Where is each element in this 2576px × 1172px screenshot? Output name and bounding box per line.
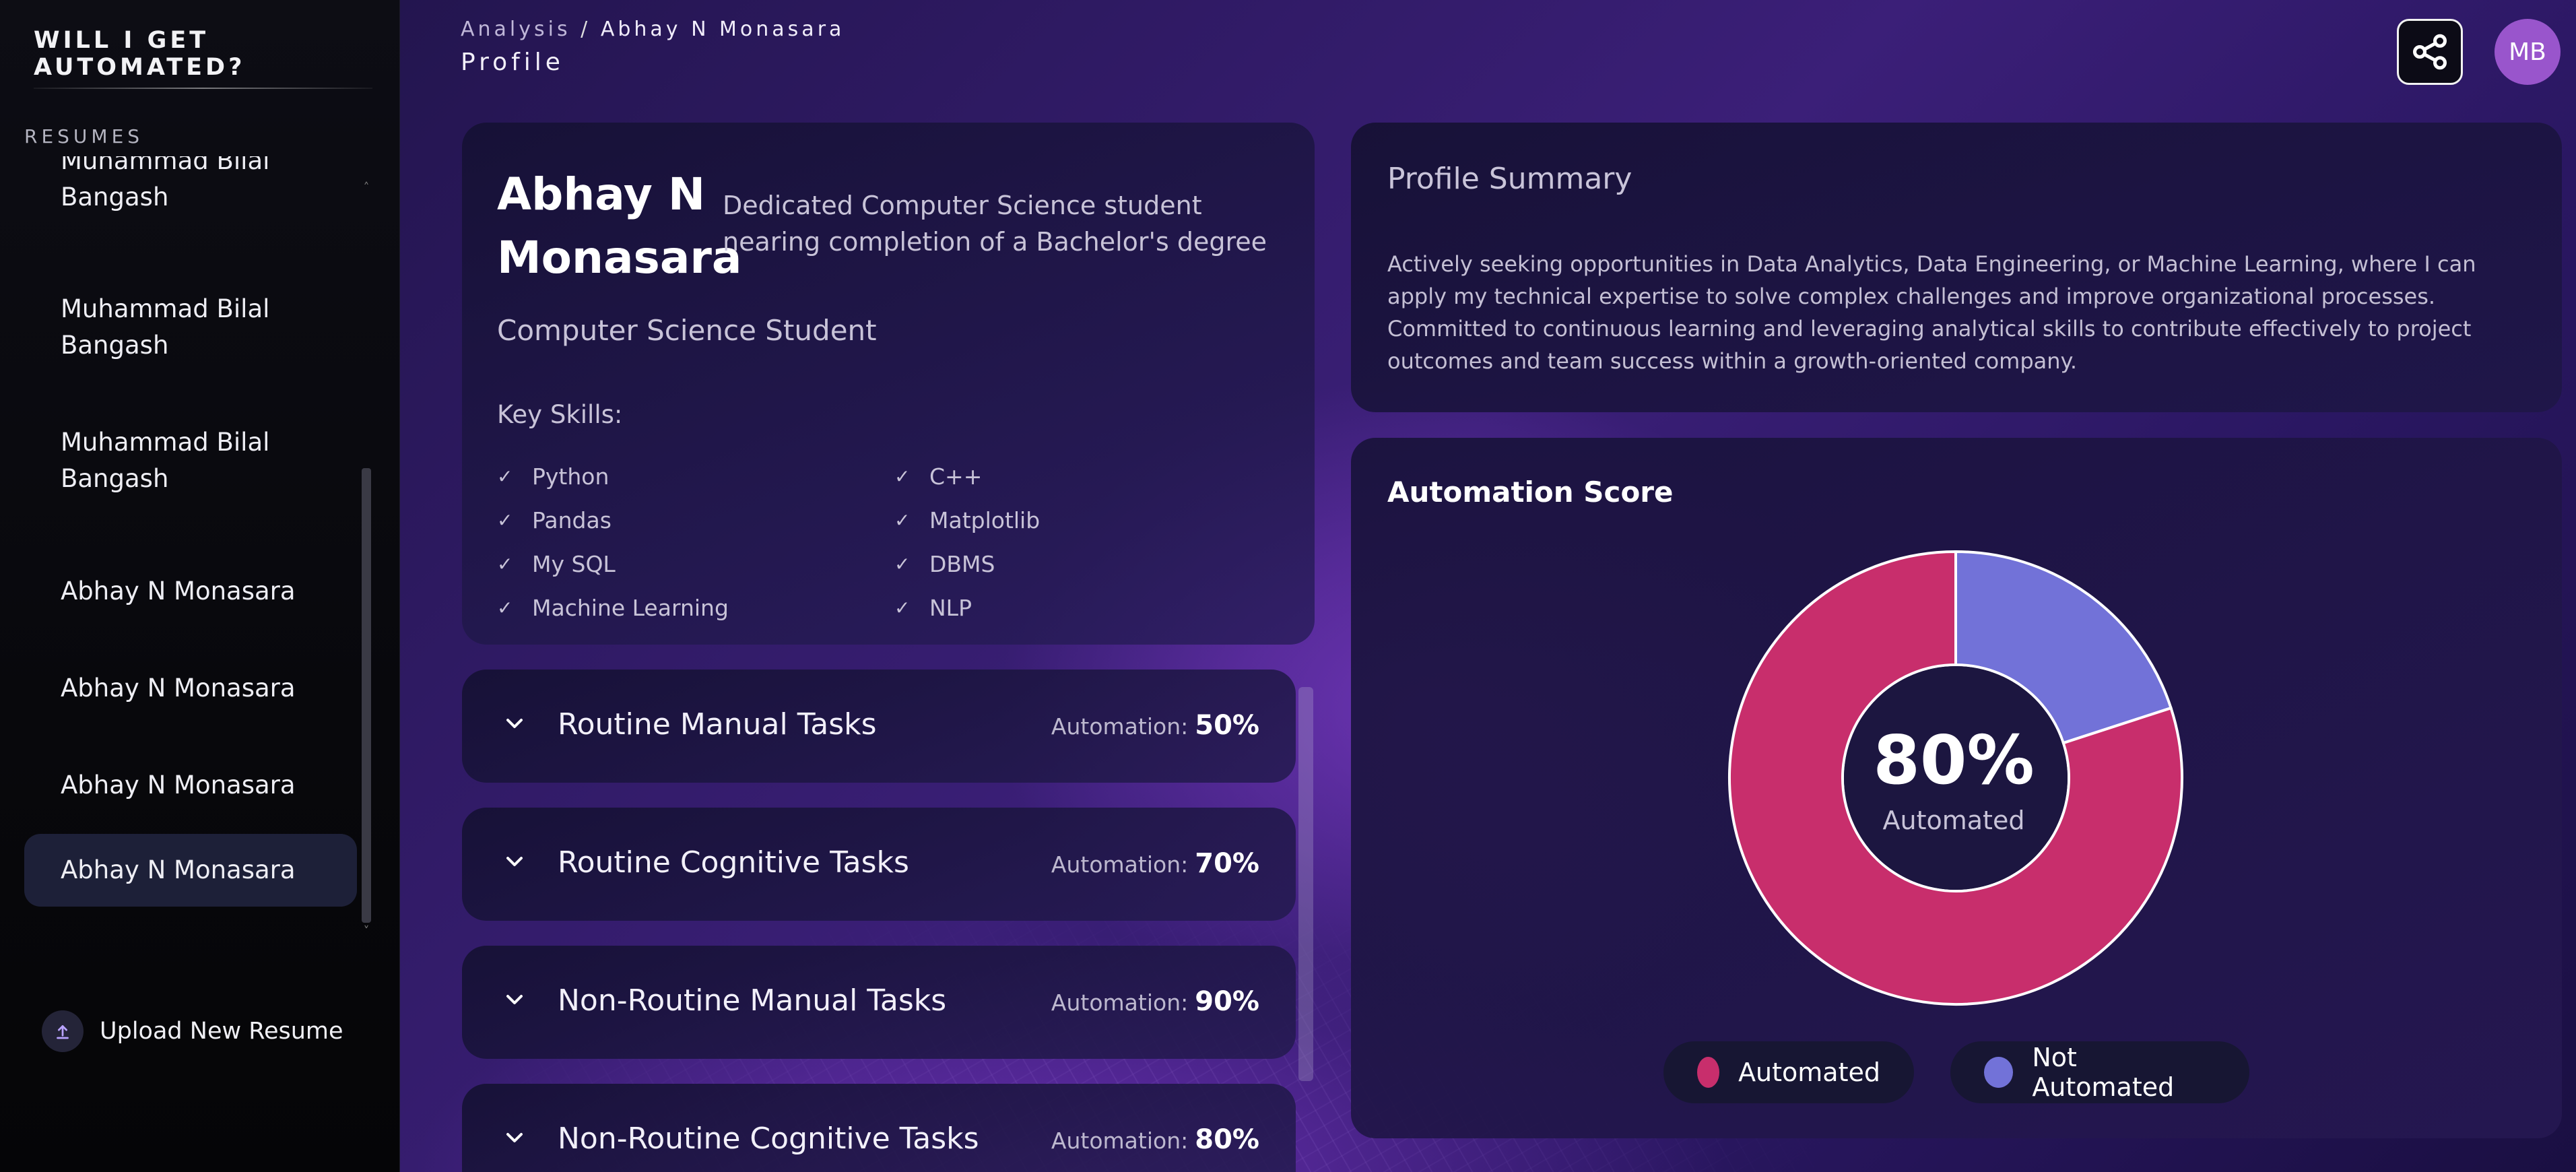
resume-item-label: Abhay N Monasara — [61, 577, 296, 606]
skill-item: ✓ DBMS — [894, 551, 995, 577]
skill-label: Machine Learning — [532, 595, 729, 621]
automation-score-value: 80% — [1873, 721, 2035, 800]
skill-label: My SQL — [532, 551, 616, 577]
skill-label: C++ — [929, 463, 983, 490]
key-skills-label: Key Skills: — [497, 400, 623, 429]
sidebar-divider — [34, 88, 372, 89]
legend-swatch — [1697, 1057, 1720, 1088]
resume-item[interactable]: Abhay N Monasara — [24, 556, 357, 626]
task-accordion-routine-cognitive[interactable]: Routine Cognitive Tasks Automation: 70% — [462, 808, 1296, 921]
skill-item: ✓ Matplotlib — [894, 507, 1040, 533]
skill-item: ✓ Pandas — [497, 507, 612, 533]
profile-card: Abhay N Monasara Dedicated Computer Scie… — [462, 123, 1315, 645]
resume-item[interactable]: Muhammad Bilal Bangash — [24, 156, 357, 229]
resume-item-label: Muhammad Bilal Bangash — [61, 428, 270, 493]
chevron-down-icon — [506, 995, 523, 1004]
legend-label: Automated — [1738, 1057, 1880, 1087]
task-name: Non-Routine Cognitive Tasks — [558, 1121, 979, 1156]
tasks-scrollbar[interactable] — [1298, 687, 1313, 1081]
legend-item-not-automated[interactable]: Not Automated — [1950, 1041, 2249, 1103]
automation-value: 70% — [1195, 848, 1259, 879]
task-name: Routine Manual Tasks — [558, 707, 877, 742]
sidebar: WILL I GET AUTOMATED? RESUMES Muhammad B… — [0, 0, 400, 1172]
skill-item: ✓ C++ — [894, 463, 982, 490]
sidebar-scrollbar[interactable] — [362, 468, 371, 923]
share-button[interactable] — [2397, 19, 2463, 85]
resume-item-label: Abhay N Monasara — [61, 855, 296, 884]
profile-summary-title: Profile Summary — [1387, 162, 1632, 196]
page-title: Profile — [461, 48, 564, 76]
profile-tagline: Dedicated Computer Science student neari… — [723, 191, 1267, 257]
upload-resume-button[interactable]: Upload New Resume — [42, 1008, 343, 1055]
task-accordion-non-routine-cognitive[interactable]: Non-Routine Cognitive Tasks Automation: 8… — [462, 1084, 1296, 1172]
task-name: Non-Routine Manual Tasks — [558, 983, 947, 1018]
skill-label: Pandas — [532, 507, 612, 533]
automation-label: Automation: — [1051, 851, 1189, 878]
check-icon: ✓ — [894, 597, 911, 619]
automation-score-sublabel: Automated — [1882, 806, 2025, 835]
task-accordion-non-routine-manual[interactable]: Non-Routine Manual Tasks Automation: 90% — [462, 946, 1296, 1059]
automation-label: Automation: — [1051, 713, 1189, 740]
skill-label: Matplotlib — [929, 507, 1041, 533]
chevron-down-icon — [506, 857, 523, 866]
profile-summary-card: Profile Summary Actively seeking opportu… — [1351, 123, 2562, 412]
task-accordion-routine-manual[interactable]: Routine Manual Tasks Automation: 50% — [462, 670, 1296, 783]
check-icon: ✓ — [894, 465, 911, 488]
resumes-section-label: RESUMES — [24, 125, 144, 148]
profile-role: Computer Science Student — [497, 314, 877, 347]
breadcrumb-parent[interactable]: Analysis — [461, 18, 571, 41]
resume-item[interactable]: Abhay N Monasara — [24, 750, 357, 820]
share-icon — [2413, 34, 2447, 70]
automation-label: Automation: — [1051, 989, 1189, 1016]
skill-label: Python — [532, 463, 609, 490]
automation-score-card: Automation Score 80% Automated Automated… — [1351, 438, 2562, 1138]
legend-swatch — [1984, 1057, 2014, 1088]
chevron-down-icon — [506, 719, 523, 728]
check-icon: ✓ — [894, 553, 911, 575]
skill-item: ✓ NLP — [894, 595, 972, 621]
automation-value: 90% — [1195, 986, 1259, 1017]
skill-item: ✓ My SQL — [497, 551, 616, 577]
task-automation: Automation: 70% — [1051, 848, 1259, 879]
check-icon: ✓ — [894, 509, 911, 531]
resume-item-label: Abhay N Monasara — [61, 771, 296, 800]
profile-name: Abhay N Monasara — [497, 168, 742, 284]
scroll-up-arrow-icon[interactable]: ˄ — [360, 181, 373, 195]
check-icon: ✓ — [497, 553, 513, 575]
avatar[interactable]: MB — [2495, 19, 2561, 85]
profile-summary-text: Actively seeking opportunities in Data A… — [1387, 251, 2476, 374]
task-automation: Automation: 50% — [1051, 710, 1259, 741]
automation-value: 50% — [1195, 710, 1259, 741]
skill-item: ✓ Machine Learning — [497, 595, 729, 621]
chevron-down-icon — [506, 1133, 523, 1142]
legend-item-automated[interactable]: Automated — [1663, 1041, 1914, 1103]
upload-resume-label: Upload New Resume — [100, 1018, 343, 1045]
skill-label: NLP — [929, 595, 972, 621]
task-automation: Automation: 90% — [1051, 986, 1259, 1017]
resume-item-active[interactable]: Abhay N Monasara — [24, 834, 357, 907]
breadcrumb-current: Abhay N Monasara — [600, 18, 845, 41]
resume-item-label: Muhammad Bilal Bangash — [61, 294, 270, 360]
check-icon: ✓ — [497, 465, 513, 488]
resume-list[interactable]: Muhammad Bilal Bangash Muhammad Bilal Ba… — [24, 156, 361, 924]
skill-label: DBMS — [929, 551, 995, 577]
automation-value: 80% — [1195, 1124, 1259, 1155]
breadcrumb: Analysis / Abhay N Monasara — [461, 18, 845, 41]
automation-label: Automation: — [1051, 1128, 1189, 1154]
upload-icon — [42, 1010, 84, 1052]
resume-item[interactable]: Muhammad Bilal Bangash — [24, 422, 357, 500]
check-icon: ✓ — [497, 597, 513, 619]
scroll-down-arrow-icon[interactable]: ˅ — [360, 924, 373, 938]
breadcrumb-separator: / — [581, 18, 591, 41]
skill-item: ✓ Python — [497, 463, 609, 490]
check-icon: ✓ — [497, 509, 513, 531]
resume-item[interactable]: Abhay N Monasara — [24, 653, 357, 723]
app-title: WILL I GET AUTOMATED? — [34, 27, 246, 81]
resume-item-label: Abhay N Monasara — [61, 674, 296, 703]
resume-item[interactable]: Muhammad Bilal Bangash — [24, 288, 357, 366]
task-automation: Automation: 80% — [1051, 1124, 1259, 1155]
legend-label: Not Automated — [2032, 1043, 2175, 1102]
task-name: Routine Cognitive Tasks — [558, 845, 909, 880]
resume-item-label: Muhammad Bilal Bangash — [61, 156, 270, 211]
